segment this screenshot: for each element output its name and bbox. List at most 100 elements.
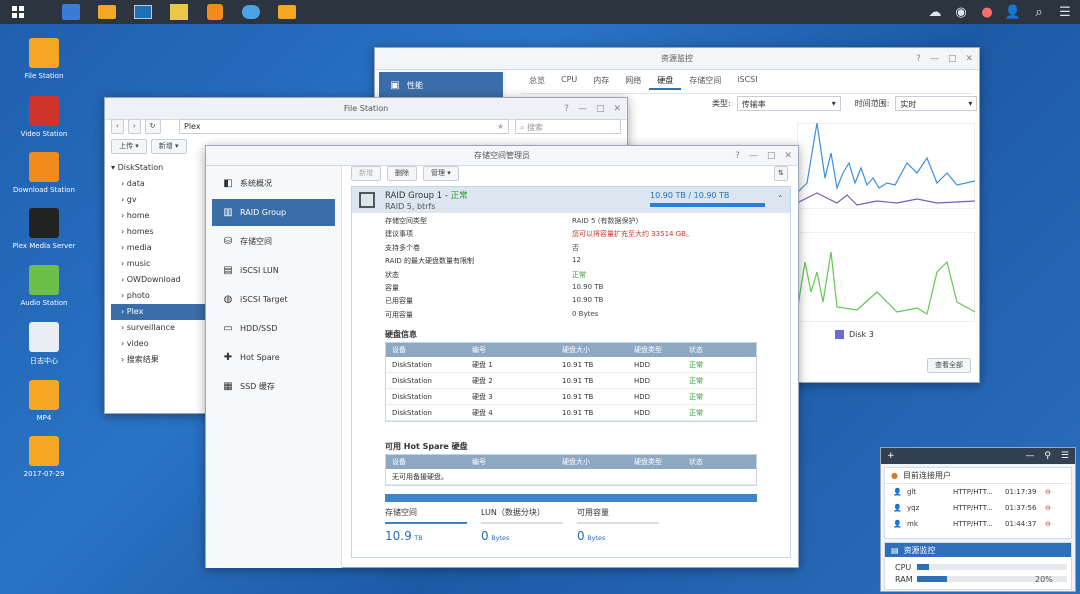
desktop-icon[interactable]: File Station [12,38,76,80]
range-select[interactable]: 实时 ▾ [895,96,978,111]
desktop-icon[interactable]: MP4 [12,380,76,422]
desktop-icon[interactable]: Audio Station [12,265,76,307]
minimize-icon[interactable]: — [749,146,758,166]
tree-folder[interactable]: › Plex [111,304,207,320]
close-icon[interactable]: ✕ [784,146,792,166]
widget-menu-icon[interactable]: ☰ [1061,451,1069,461]
sidebar-item-7[interactable]: ▦ SSD 缓存 [212,373,335,400]
taskbar-folder-2-icon[interactable] [272,1,302,23]
taskbar-folder-icon[interactable] [92,1,122,23]
forward-button[interactable]: › [127,119,141,134]
tab-1[interactable]: CPU [553,70,585,90]
taskbar-download-icon[interactable] [200,1,230,23]
desktop-icon[interactable]: Plex Media Server [12,208,76,250]
tab-5[interactable]: 存储空间 [681,70,729,90]
monitor-icon: ▤ [891,545,899,555]
delete-button[interactable]: 删除 [387,166,417,181]
taskbar-resource-monitor-icon[interactable] [128,1,158,23]
sidebar-item-4[interactable]: ◍ iSCSI Target [212,286,335,313]
tree-folder[interactable]: › OWDownload [111,272,207,288]
minimize-icon[interactable]: — [1025,451,1034,461]
sidebar-item-performance[interactable]: ▣ 性能 [379,72,503,98]
widgets-icon[interactable]: ☰ [1056,3,1074,21]
taskbar-cloud-icon[interactable] [236,1,266,23]
back-button[interactable]: ‹ [111,119,124,134]
tree-folder[interactable]: › gv [111,192,207,208]
tree-folder[interactable]: › homes [111,224,207,240]
sidebar-item-3[interactable]: ▤ iSCSI LUN [212,257,335,284]
tree-folder[interactable]: › surveillance [111,320,207,336]
cloud-sync-icon[interactable]: ☁ [926,3,944,21]
create-button[interactable]: 新增 [351,166,381,181]
maximize-icon[interactable]: □ [767,146,776,166]
close-icon[interactable]: ✕ [965,48,973,70]
create-button[interactable]: 新增 ▾ [150,139,187,154]
table-row[interactable]: DiskStation 硬盘 2 10.91 TB HDD 正常 [386,373,756,389]
file-station-titlebar[interactable]: File Station ? — □ ✕ [105,98,627,120]
resource-monitor-titlebar[interactable]: 资源监控 ? — □ ✕ [375,48,979,70]
disconnect-icon[interactable]: ⊖ [1045,488,1051,496]
taskbar-file-station-icon[interactable] [56,1,86,23]
sidebar-item-6[interactable]: ✚ Hot Spare [212,344,335,371]
table-row[interactable]: DiskStation 硬盘 3 10.91 TB HDD 正常 [386,389,756,405]
tab-4[interactable]: 硬盘 [649,70,682,90]
sidebar-item-5[interactable]: ▭ HDD/SSD [212,315,335,342]
tree-folder[interactable]: › data [111,176,207,192]
disconnect-icon[interactable]: ⊖ [1045,504,1051,512]
sidebar-item-0[interactable]: ◧ 系统概况 [212,170,335,197]
desktop-icon[interactable]: Video Station [12,96,76,138]
sidebar-item-1[interactable]: ▥ RAID Group [212,199,335,226]
upload-button[interactable]: 上传 ▾ [111,139,147,154]
maximize-icon[interactable]: □ [596,98,605,120]
view-all-button[interactable]: 查看全部 [927,358,971,373]
maximize-icon[interactable]: □ [948,48,957,70]
user-icon[interactable]: 👤 [1004,3,1022,21]
tab-0[interactable]: 总览 [521,70,553,90]
tree-root[interactable]: ▾ DiskStation [111,160,207,176]
chart-icon: ▣ [390,79,400,91]
taskbar-photo-icon[interactable] [164,1,194,23]
desktop-icon-label: MP4 [36,414,52,422]
collapse-icon[interactable]: ⌃ [777,194,784,203]
search-input[interactable]: ⌕ 搜索 [515,119,621,134]
monitor-title: 资源监控 [903,545,936,555]
main-menu-button[interactable] [3,1,33,23]
nav-icon: ◍ [223,294,233,305]
help-icon[interactable]: ? [916,48,921,70]
sidebar-item-2[interactable]: ⛁ 存储空间 [212,228,335,255]
help-icon[interactable]: ? [735,146,740,166]
tree-folder[interactable]: › media [111,240,207,256]
tree-folder[interactable]: › home [111,208,207,224]
tree-folder[interactable]: › video [111,336,207,352]
tab-2[interactable]: 内存 [585,70,617,90]
disconnect-icon[interactable]: ⊖ [1045,520,1051,528]
minimize-icon[interactable]: — [930,48,939,70]
desktop-icon[interactable]: Download Station [12,152,76,194]
desktop-icon[interactable]: 日志中心 [12,322,76,366]
close-icon[interactable]: ✕ [613,98,621,120]
desktop-icon[interactable]: 2017-07-29 [12,436,76,478]
storage-manager-window[interactable]: 存储空间管理员 ? — □ ✕ ◧ 系统概况 ▥ RAID Group ⛁ 存储空间 ▤ iSCSI… [205,145,799,568]
minimize-icon[interactable]: — [578,98,587,120]
storage-manager-titlebar[interactable]: 存储空间管理员 ? — □ ✕ [206,146,798,166]
search-icon[interactable]: ⌕ [1030,3,1048,21]
star-icon[interactable]: ★ [497,122,504,131]
help-icon[interactable]: ? [564,98,569,120]
refresh-button[interactable]: ↻ [144,119,161,134]
path-input[interactable]: Plex ★ [179,119,509,134]
tab-3[interactable]: 网络 [617,70,649,90]
type-select[interactable]: 传输率 ▾ [736,96,841,111]
sort-button[interactable]: ⇅ [774,166,788,181]
notification-icon[interactable]: ● [978,3,996,21]
user-status-icon[interactable]: ◉ [952,3,970,21]
tree-folder[interactable]: › photo [111,288,207,304]
add-widget-icon[interactable]: + [887,451,895,461]
table-row[interactable]: DiskStation 硬盘 4 10.91 TB HDD 正常 [386,405,756,421]
pin-icon[interactable]: ⚲ [1044,451,1051,461]
table-row[interactable]: DiskStation 硬盘 1 10.91 TB HDD 正常 [386,357,756,373]
manage-button[interactable]: 管理 ▾ [423,166,459,181]
tree-folder[interactable]: › music [111,256,207,272]
taskbar: ☁ ◉ ● 👤 ⌕ ☰ [0,0,1080,24]
tree-folder[interactable]: › 搜索结果 [111,352,207,368]
tab-6[interactable]: iSCSI [729,70,765,90]
